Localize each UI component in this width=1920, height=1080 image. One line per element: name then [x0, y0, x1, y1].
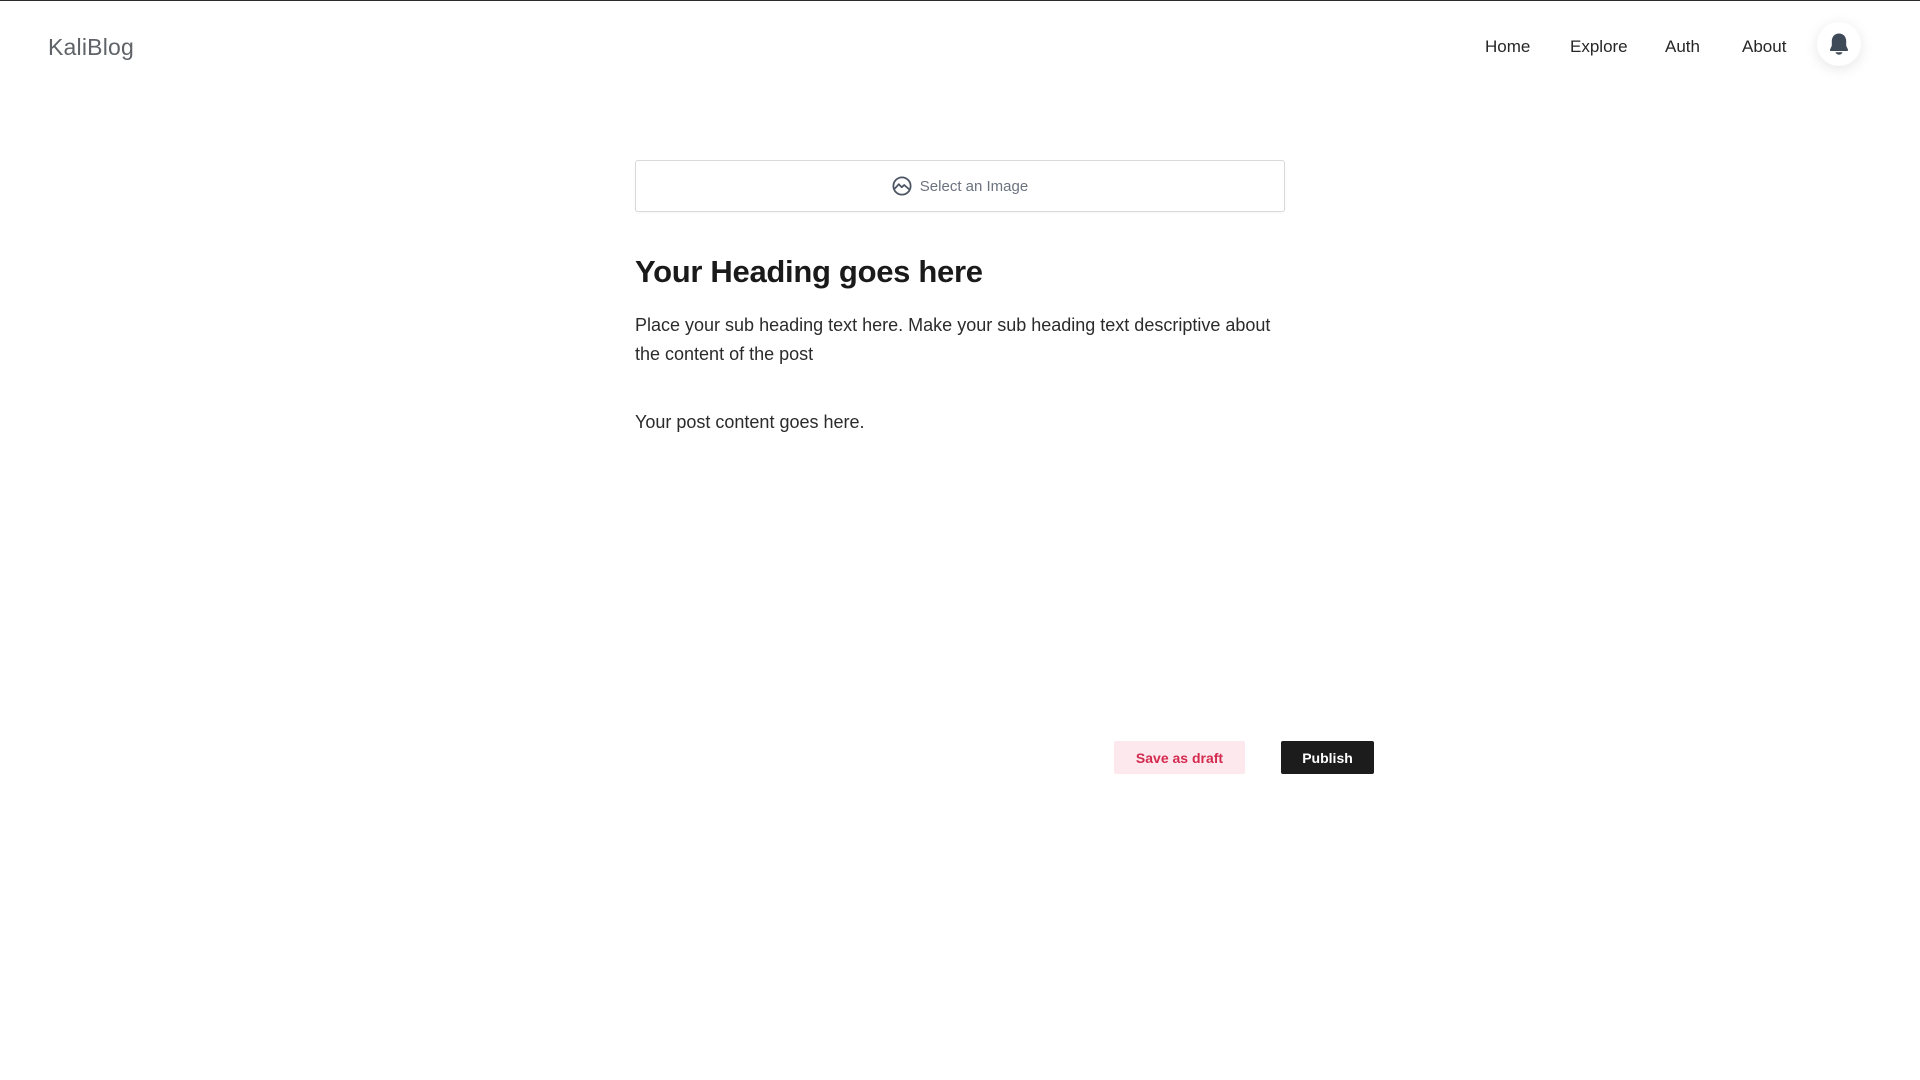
select-image-label: Select an Image: [919, 177, 1029, 195]
nav-auth-link[interactable]: Auth: [1665, 37, 1700, 57]
save-draft-button[interactable]: Save as draft: [1114, 741, 1245, 774]
brand-logo[interactable]: KaliBlog: [48, 34, 134, 61]
select-image-button[interactable]: Select an Image: [635, 160, 1285, 212]
post-heading-input[interactable]: Your Heading goes here: [635, 254, 1285, 290]
publish-button[interactable]: Publish: [1281, 741, 1374, 774]
post-subheading-input[interactable]: Place your sub heading text here. Make y…: [635, 311, 1285, 369]
nav-explore-link[interactable]: Explore: [1570, 37, 1628, 57]
post-editor: Select an Image Your Heading goes here P…: [635, 160, 1285, 433]
user-icon: [1829, 33, 1849, 55]
avatar-button[interactable]: [1817, 22, 1861, 66]
image-icon: [892, 176, 912, 196]
navbar: KaliBlog Home Explore Auth About: [0, 1, 1920, 93]
nav-about-link[interactable]: About: [1742, 37, 1786, 57]
nav-home-link[interactable]: Home: [1485, 37, 1530, 57]
post-content-input[interactable]: Your post content goes here.: [635, 412, 1285, 433]
